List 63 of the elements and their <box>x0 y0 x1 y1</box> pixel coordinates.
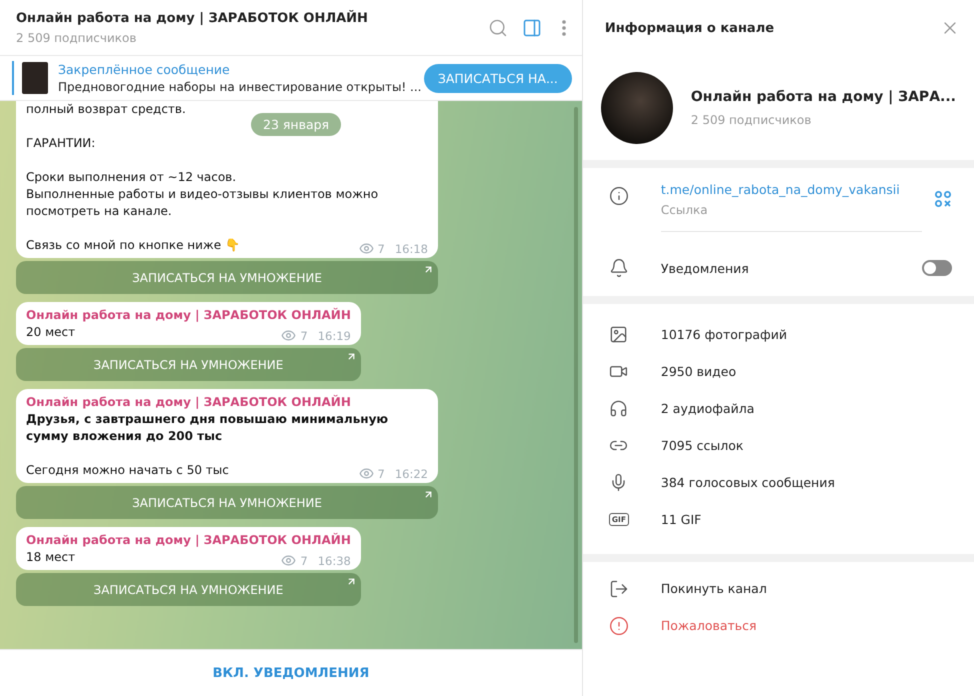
exit-icon <box>608 578 629 598</box>
message-author: Онлайн работа на дому | ЗАРАБОТОК ОНЛАЙН <box>26 533 351 547</box>
link-caption: Ссылка <box>660 203 709 217</box>
channel-link[interactable]: t.me/online_rabota_na_domy_vakansii <box>660 182 922 197</box>
info-icon <box>608 186 629 206</box>
eye-icon <box>281 328 296 343</box>
pinned-label[interactable]: Закреплённое сообщение <box>58 62 424 77</box>
media-row[interactable]: 10176 фотографий <box>582 316 974 353</box>
channel-title: Онлайн работа на дому | ЗАРАБОТОК ОНЛАЙН <box>16 10 369 26</box>
alert-icon <box>608 616 629 636</box>
message-text: Сроки выполнения от ~12 часов. Выполненные работы и видео-отзывы клиентов можно посмотреть на канале. <box>26 169 380 220</box>
date-badge: 23 января <box>251 113 342 136</box>
subscriber-count: 2 509 подписчиков <box>16 30 138 44</box>
media-row[interactable]: 7095 ссылок <box>582 427 974 464</box>
more-icon <box>562 20 566 36</box>
bell-icon <box>608 258 629 278</box>
side-panel-button[interactable] <box>522 18 542 38</box>
eye-icon <box>358 241 374 256</box>
message-time: 16:18 <box>394 242 428 256</box>
eye-icon <box>358 466 374 481</box>
view-count: 7 <box>378 466 385 480</box>
message-author: Онлайн работа на дому | ЗАРАБОТОК ОНЛАЙН <box>26 308 351 322</box>
arrow-up-right-icon <box>423 489 434 500</box>
media-row[interactable]: 2950 видео <box>582 353 974 390</box>
message-text: 18 мест <box>26 549 76 566</box>
view-count: 7 <box>300 328 308 342</box>
image-icon <box>608 325 628 344</box>
inline-link-button[interactable]: ЗАПИСАТЬСЯ НА УМНОЖЕНИЕ <box>16 573 361 606</box>
inline-link-button[interactable]: ЗАПИСАТЬСЯ НА УМНОЖЕНИЕ <box>16 261 438 294</box>
channel-name: Онлайн работа на дому | ЗАРА... <box>690 89 956 105</box>
message-text: Связь со мной по кнопке ниже 👇 <box>26 237 240 254</box>
message-time: 16:22 <box>394 466 428 480</box>
media-row[interactable]: 2 аудиофайла <box>582 390 974 427</box>
message-time: 16:19 <box>318 328 351 342</box>
message-text: ГАРАНТИИ: <box>26 135 96 152</box>
arrow-up-right-icon <box>346 576 357 587</box>
pinned-action-button[interactable]: ЗАПИСАТЬСЯ НА... <box>424 64 572 92</box>
message-text: Сегодня можно начать с 50 тыс <box>26 462 229 479</box>
message-time: 16:38 <box>318 554 351 568</box>
action-row[interactable]: Покинуть канал <box>582 570 974 607</box>
message-text: Друзья, с завтрашнего дня повышаю минимальную сумму вложения до 200 тыс <box>26 411 390 445</box>
message-author: Онлайн работа на дому | ЗАРАБОТОК ОНЛАЙН <box>26 395 352 409</box>
qr-code-icon[interactable] <box>934 190 952 208</box>
view-count: 7 <box>300 554 308 568</box>
arrow-up-right-icon <box>423 264 434 275</box>
photo-placeholder <box>22 62 48 94</box>
message-text: 20 мест <box>26 324 76 341</box>
scrollbar[interactable] <box>574 107 578 643</box>
view-count: 7 <box>378 242 385 256</box>
headphones-icon <box>608 399 628 418</box>
pinned-text: Предновогодние наборы на инвестирование открыты! ... <box>58 80 422 94</box>
panel-title: Информация о канале <box>604 20 774 36</box>
notifications-toggle[interactable] <box>922 260 952 276</box>
inline-link-button[interactable]: ЗАПИСАТЬСЯ НА УМНОЖЕНИЕ <box>16 348 361 381</box>
inline-link-button[interactable]: ЗАПИСАТЬСЯ НА УМНОЖЕНИЕ <box>16 486 438 519</box>
notifications-label: Уведомления <box>660 260 750 276</box>
action-row[interactable]: Пожаловаться <box>582 607 974 644</box>
message-text: полный возврат средств. <box>26 101 186 118</box>
search-button[interactable] <box>488 18 508 38</box>
media-row[interactable]: 384 голосовых сообщения <box>582 464 974 501</box>
arrow-up-right-icon <box>346 351 357 362</box>
subscriber-count: 2 509 подписчиков <box>690 113 812 127</box>
eye-icon <box>281 553 296 568</box>
